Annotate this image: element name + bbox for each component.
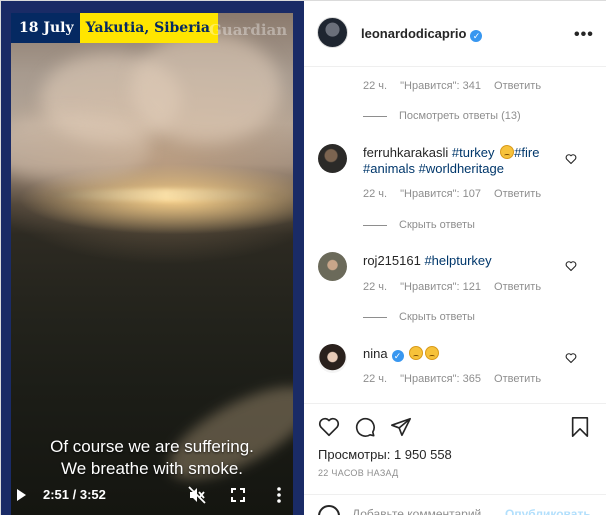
- view-replies-label[interactable]: Посмотреть ответы (13): [399, 110, 521, 122]
- playback-time: 2:51 / 3:52: [43, 487, 106, 502]
- verified-badge-icon: ✓: [470, 30, 483, 42]
- guardian-watermark: Guardian: [209, 21, 288, 39]
- like-heart-icon[interactable]: [565, 260, 577, 272]
- avatar[interactable]: [318, 252, 347, 281]
- smoke-cloud: [131, 33, 281, 143]
- post-header: leonardodicaprio ✓ •••: [304, 1, 606, 67]
- comment-username[interactable]: roj215161: [363, 253, 421, 268]
- mute-icon[interactable]: [188, 486, 206, 504]
- post-timestamp[interactable]: 22 ЧАСОВ НАЗАД: [318, 468, 399, 478]
- comment-likes[interactable]: "Нравится": 341: [400, 80, 481, 92]
- post-actions: Просмотры: 1 950 558 22 ЧАСОВ НАЗАД Опуб…: [304, 403, 606, 515]
- author-username[interactable]: leonardodicaprio ✓: [361, 26, 483, 42]
- avatar[interactable]: [318, 344, 347, 373]
- comment-time: 22 ч.: [363, 80, 388, 92]
- subtitle-line-1: Of course we are suffering.: [50, 437, 254, 456]
- share-icon[interactable]: [390, 416, 412, 438]
- emoji-picker-icon[interactable]: [318, 505, 340, 515]
- comment-username[interactable]: ferruhkarakasli: [363, 145, 448, 160]
- reply-button[interactable]: Ответить: [494, 188, 541, 200]
- views-label: Просмотры:: [318, 447, 391, 462]
- author-username-text[interactable]: leonardodicaprio: [361, 26, 466, 41]
- hide-replies-label[interactable]: Скрыть ответы: [399, 311, 475, 323]
- bookmark-icon[interactable]: [569, 416, 591, 438]
- view-count: Просмотры: 1 950 558: [318, 447, 452, 462]
- comment-time: 22 ч.: [363, 281, 388, 293]
- play-icon[interactable]: [17, 489, 26, 501]
- location-tag: 18 July Yakutia, Siberia: [11, 13, 218, 43]
- comment-time: 22 ч.: [363, 373, 388, 385]
- hide-replies-button[interactable]: Скрыть ответы: [363, 311, 475, 323]
- comment-meta: 22 ч. "Нравится": 107 Ответить: [363, 188, 551, 200]
- reply-button[interactable]: Ответить: [494, 80, 541, 92]
- thread-line: [363, 316, 387, 318]
- video-player[interactable]: 18 July Yakutia, Siberia Guardian Of cou…: [1, 1, 304, 515]
- comment-likes[interactable]: "Нравится": 107: [400, 188, 481, 200]
- comment-body: ferruhkarakasli #turkey #fire #animals #…: [363, 145, 553, 177]
- video-controls: 2:51 / 3:52: [11, 483, 293, 507]
- thread-line: [363, 115, 387, 117]
- add-comment-bar: Опубликовать: [304, 494, 606, 515]
- hashtag-link[interactable]: #worldheritage: [419, 161, 504, 176]
- reply-button[interactable]: Ответить: [494, 373, 541, 385]
- hashtag-link[interactable]: #helpturkey: [424, 253, 491, 268]
- thread-line: [363, 224, 387, 226]
- hashtag-link[interactable]: #turkey: [452, 145, 495, 160]
- reply-button[interactable]: Ответить: [494, 281, 541, 293]
- publish-button[interactable]: Опубликовать: [505, 507, 591, 515]
- smoke-cloud: [11, 113, 151, 183]
- comment-icon[interactable]: [354, 416, 376, 438]
- comment-meta: 22 ч. "Нравится": 341 Ответить: [363, 80, 551, 92]
- more-vertical-icon[interactable]: [277, 487, 281, 503]
- hide-replies-label[interactable]: Скрыть ответы: [399, 219, 475, 231]
- comment-meta: 22 ч. "Нравится": 121 Ответить: [363, 281, 551, 293]
- comment-meta: 22 ч. "Нравится": 365 Ответить: [363, 373, 551, 385]
- subtitle-line-2: We breathe with smoke.: [60, 459, 244, 478]
- comment-username[interactable]: nina: [363, 346, 388, 361]
- like-heart-icon[interactable]: [565, 153, 577, 165]
- comment-body: nina ✓: [363, 346, 553, 362]
- like-heart-icon[interactable]: [565, 352, 577, 364]
- comment-body: roj215161 #helpturkey: [363, 253, 553, 269]
- hide-replies-button[interactable]: Скрыть ответы: [363, 219, 475, 231]
- hashtag-link[interactable]: #animals: [363, 161, 415, 176]
- sad-face-emoji-icon: [409, 346, 424, 360]
- views-number: 1 950 558: [393, 447, 452, 462]
- fullscreen-icon[interactable]: [231, 488, 245, 502]
- comment-likes[interactable]: "Нравится": 365: [400, 373, 481, 385]
- place-tag: Yakutia, Siberia: [79, 13, 218, 43]
- hashtag-link[interactable]: #fire: [514, 145, 539, 160]
- post-side-panel: leonardodicaprio ✓ ••• 22 ч. "Нравится": …: [304, 1, 606, 515]
- comment-time: 22 ч.: [363, 188, 388, 200]
- view-replies-button[interactable]: Посмотреть ответы (13): [363, 110, 521, 122]
- heart-icon[interactable]: [318, 416, 340, 438]
- verified-badge-icon: ✓: [391, 350, 404, 362]
- avatar[interactable]: [318, 144, 347, 173]
- sad-face-emoji-icon: [425, 346, 440, 360]
- instagram-post: 18 July Yakutia, Siberia Guardian Of cou…: [0, 0, 606, 515]
- date-tag: 18 July: [11, 13, 80, 43]
- comment-likes[interactable]: "Нравится": 121: [400, 281, 481, 293]
- river: [51, 189, 281, 201]
- sad-face-emoji-icon: [500, 145, 515, 159]
- avatar[interactable]: [317, 17, 348, 48]
- more-options-icon[interactable]: •••: [574, 26, 594, 44]
